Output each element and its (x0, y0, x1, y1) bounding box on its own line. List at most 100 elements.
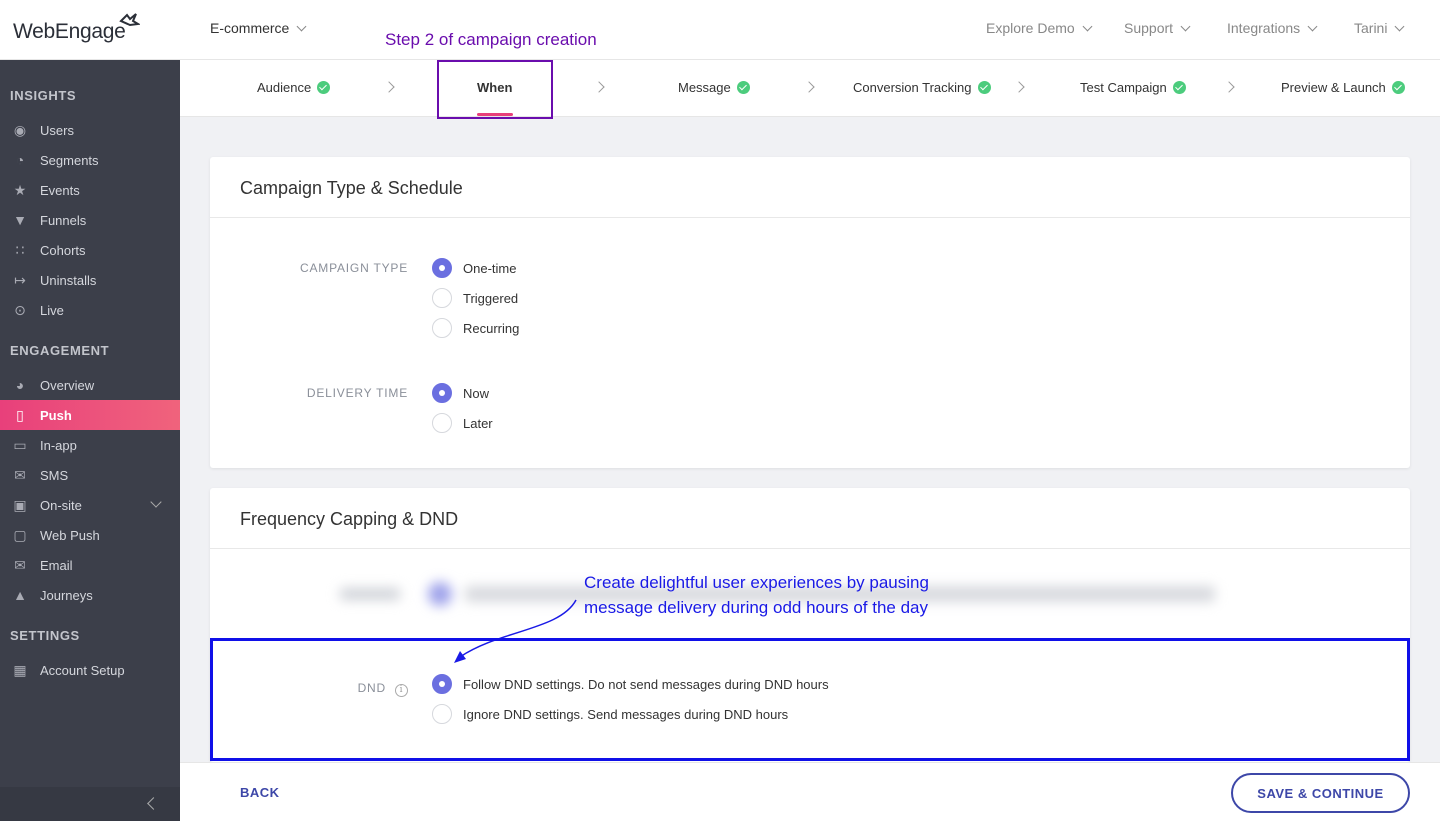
broadcast-icon: ⊙ (14, 301, 26, 318)
sidebar-item-uninstalls[interactable]: ↦ Uninstalls (0, 265, 180, 295)
exit-icon: ↦ (14, 271, 26, 288)
sidebar-item-overview[interactable]: ◕ Overview (0, 370, 180, 400)
chevron-right-icon (803, 81, 815, 93)
envelope-icon: ✉ (14, 556, 26, 573)
user-name: Tarini (1354, 20, 1388, 36)
star-icon: ★ (13, 181, 27, 198)
campaign-type-schedule-card: Campaign Type & Schedule CAMPAIGN TYPE O… (210, 157, 1410, 468)
sidebar: INSIGHTS ◉ Users ◔ Segments ★ Events ▼ Funne… (0, 60, 180, 821)
step-label: Conversion Tracking (853, 80, 972, 95)
divider (210, 217, 1410, 218)
explore-demo-menu[interactable]: Explore Demo (986, 20, 1093, 36)
sidebar-item-in-app[interactable]: ▭ In-app (0, 430, 180, 460)
step-test-campaign[interactable]: Test Campaign (1080, 80, 1186, 95)
blurred-label (340, 588, 400, 600)
users-icon: ◉ (13, 121, 27, 138)
sidebar-item-push[interactable]: ▯ Push (0, 400, 180, 430)
radio-label: Recurring (463, 320, 520, 336)
sidebar-item-on-site[interactable]: ▣ On-site (0, 490, 180, 520)
integrations-label: Integrations (1227, 20, 1301, 36)
integrations-menu[interactable]: Integrations (1227, 20, 1318, 36)
sidebar-item-label: In-app (40, 437, 77, 453)
logo-bird-icon (118, 12, 141, 35)
user-menu[interactable]: Tarini (1354, 20, 1405, 36)
support-menu[interactable]: Support (1124, 20, 1191, 36)
step-message[interactable]: Message (678, 80, 750, 95)
chevron-down-icon (1395, 21, 1405, 32)
step-conversion-tracking[interactable]: Conversion Tracking (853, 80, 991, 95)
sidebar-footer (0, 787, 180, 821)
sidebar-item-account-setup[interactable]: ▦ Account Setup (0, 655, 180, 685)
save-continue-button[interactable]: SAVE & CONTINUE (1231, 773, 1410, 813)
chevron-down-icon (296, 21, 307, 32)
window-icon: ▣ (13, 496, 27, 513)
sidebar-item-sms[interactable]: ✉ SMS (0, 460, 180, 490)
sidebar-item-live[interactable]: ⊙ Live (0, 295, 180, 325)
card-title: Campaign Type & Schedule (240, 178, 463, 198)
delivery-time-label: DELIVERY TIME (306, 386, 408, 400)
sidebar-item-label: Account Setup (40, 662, 125, 678)
webengage-logo[interactable]: WebEngage (13, 12, 143, 46)
step-label: Test Campaign (1080, 80, 1167, 95)
funnel-icon: ▼ (13, 212, 27, 228)
radio-label: Triggered (463, 290, 519, 306)
eye-icon: ◕ (15, 377, 25, 393)
radio-selected-icon (432, 258, 452, 278)
radio-triggered[interactable]: Triggered (432, 288, 518, 308)
check-circle-icon (977, 81, 991, 94)
pie-chart-icon: ◔ (15, 152, 25, 168)
sidebar-item-users[interactable]: ◉ Users (0, 115, 180, 145)
dashboard-icon: ▦ (13, 661, 27, 678)
sidebar-item-label: Live (40, 302, 64, 318)
dnd-highlight-box (210, 638, 1410, 761)
campaign-stepper: Audience When Message Conversion Trackin… (180, 60, 1440, 119)
logo-text: WebEngage (13, 20, 126, 43)
sidebar-item-events[interactable]: ★ Events (0, 175, 180, 205)
sidebar-item-label: Uninstalls (40, 272, 97, 288)
step-audience[interactable]: Audience (257, 80, 331, 95)
sidebar-item-segments[interactable]: ◔ Segments (0, 145, 180, 175)
sidebar-item-label: Web Push (40, 527, 100, 543)
sidebar-item-label: SMS (40, 467, 69, 483)
step-label: When (477, 80, 513, 95)
in-app-icon: ▭ (13, 436, 27, 453)
step-label: Message (678, 80, 731, 95)
section-settings: SETTINGS (10, 628, 80, 643)
step-label: Audience (257, 80, 312, 95)
card-title: Frequency Capping & DND (240, 509, 459, 529)
radio-label: Now (463, 385, 490, 401)
project-selector[interactable]: E-commerce (210, 20, 307, 36)
chevron-down-icon[interactable] (150, 496, 162, 508)
step-when[interactable]: When (477, 80, 512, 95)
explore-demo-label: Explore Demo (986, 20, 1075, 36)
project-name: E-commerce (210, 20, 290, 36)
radio-selected-icon (432, 383, 452, 403)
sidebar-item-journeys[interactable]: ▲ Journeys (0, 580, 180, 610)
radio-one-time[interactable]: One-time (432, 258, 516, 278)
collapse-sidebar-icon[interactable] (147, 797, 160, 810)
sidebar-item-label: Cohorts (40, 242, 86, 258)
sidebar-item-web-push[interactable]: ▢ Web Push (0, 520, 180, 550)
sidebar-item-label: Funnels (40, 212, 87, 228)
top-bar: WebEngage E-commerce Step 2 of campaign … (0, 0, 1440, 60)
sidebar-item-funnels[interactable]: ▼ Funnels (0, 205, 180, 235)
section-engagement: ENGAGEMENT (10, 343, 110, 358)
campaign-type-label: CAMPAIGN TYPE (300, 261, 408, 275)
chat-icon: ✉ (14, 466, 26, 483)
grid-icon: ∷ (15, 241, 25, 258)
radio-later[interactable]: Later (432, 413, 493, 433)
sidebar-item-label: Email (40, 557, 73, 573)
check-circle-icon (1172, 81, 1186, 94)
sidebar-item-cohorts[interactable]: ∷ Cohorts (0, 235, 180, 265)
back-button[interactable]: BACK (240, 785, 280, 800)
radio-label: Later (463, 415, 493, 431)
chevron-down-icon (1307, 21, 1318, 32)
chevron-right-icon (383, 81, 395, 93)
sidebar-item-email[interactable]: ✉ Email (0, 550, 180, 580)
radio-now[interactable]: Now (432, 383, 489, 403)
check-circle-icon (317, 81, 331, 94)
radio-recurring[interactable]: Recurring (432, 318, 519, 338)
rocket-icon: ▲ (13, 587, 27, 603)
step-preview-launch[interactable]: Preview & Launch (1281, 80, 1405, 95)
step-label: Preview & Launch (1281, 80, 1386, 95)
